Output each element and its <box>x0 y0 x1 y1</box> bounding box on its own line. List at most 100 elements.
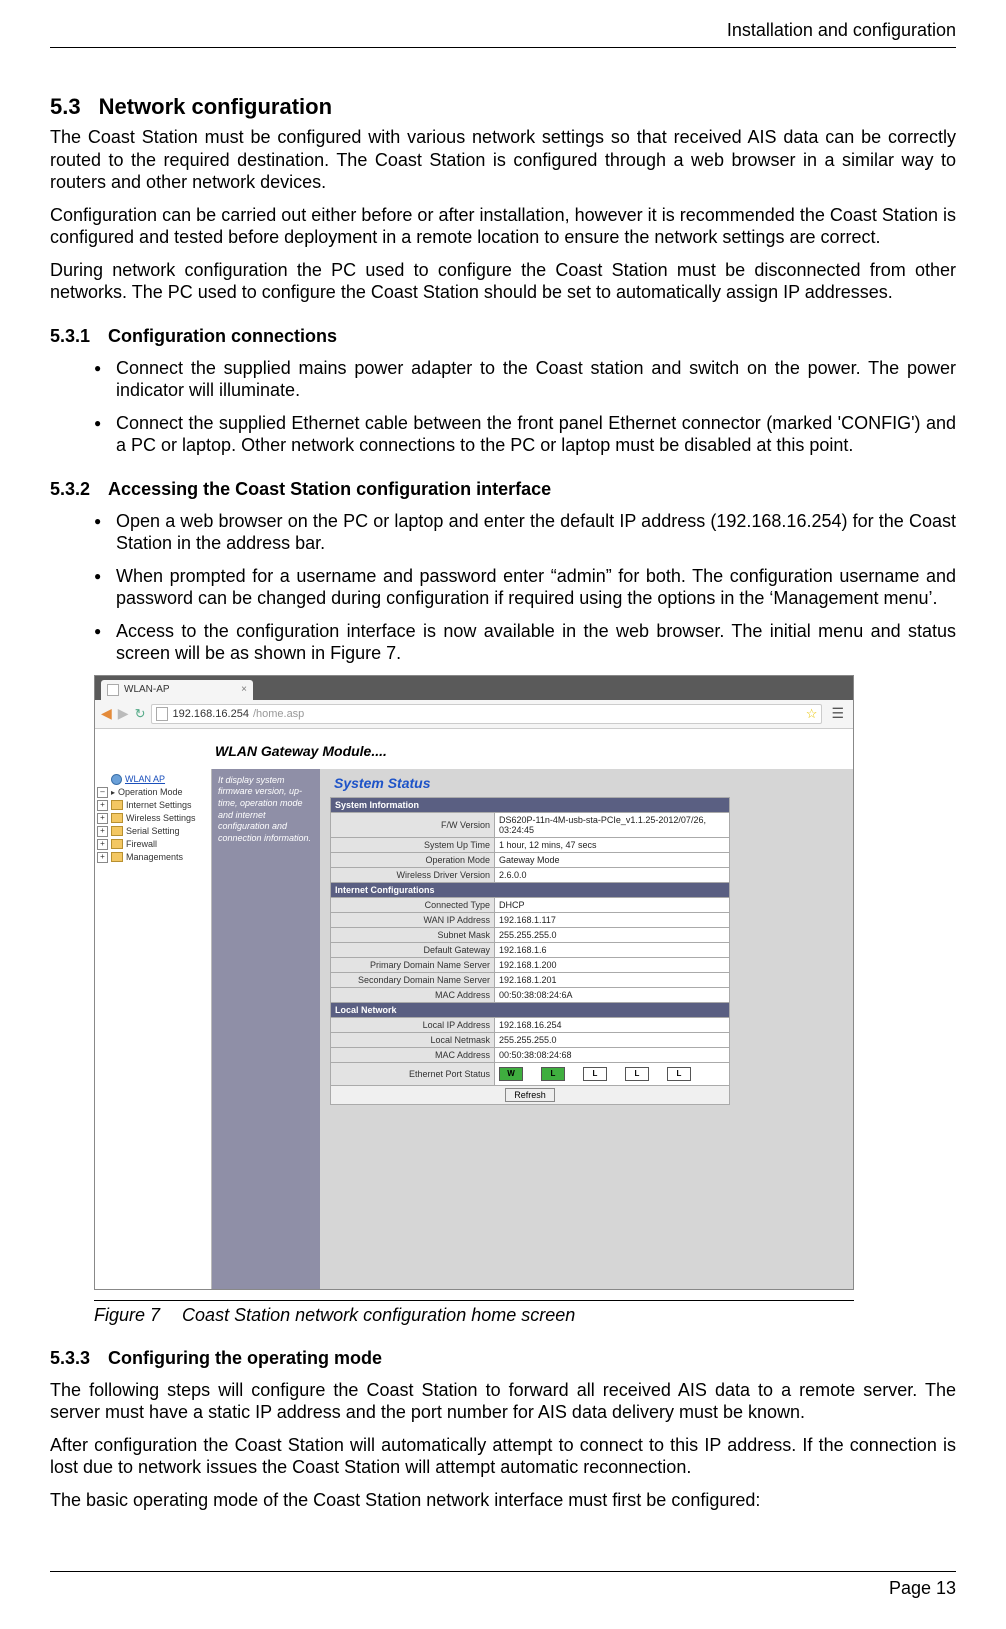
close-icon[interactable]: × <box>241 684 247 695</box>
table-row: Local IP Address192.168.16.254 <box>331 1017 730 1032</box>
table-row: Connected TypeDHCP <box>331 897 730 912</box>
refresh-button[interactable]: Refresh <box>505 1088 555 1102</box>
tree-item-label: Wireless Settings <box>126 813 196 823</box>
row-label: Ethernet Port Status <box>331 1062 495 1085</box>
page-footer: Page 13 <box>50 1571 956 1599</box>
tree-item-operation-mode[interactable]: –▸Operation Mode <box>97 786 209 799</box>
tree-item-serial-setting[interactable]: + Serial Setting <box>97 825 209 838</box>
table-row: Wireless Driver Version2.6.0.0 <box>331 867 730 882</box>
table-row: System Up Time1 hour, 12 mins, 47 secs <box>331 837 730 852</box>
row-value: Gateway Mode <box>495 852 730 867</box>
tree-item-label: Firewall <box>126 839 157 849</box>
row-value: 192.168.1.200 <box>495 957 730 972</box>
paragraph: The Coast Station must be configured wit… <box>50 126 956 194</box>
figure-caption-text: Coast Station network configuration home… <box>182 1305 575 1325</box>
tree-item-wireless-settings[interactable]: + Wireless Settings <box>97 812 209 825</box>
table-row: Operation ModeGateway Mode <box>331 852 730 867</box>
url-path: /home.asp <box>253 708 304 720</box>
row-label: Subnet Mask <box>331 927 495 942</box>
row-label: MAC Address <box>331 987 495 1002</box>
subsection-title: Configuration connections <box>108 326 337 346</box>
tree-root[interactable]: +WLAN AP <box>97 773 209 786</box>
table-row: Subnet Mask255.255.255.0 <box>331 927 730 942</box>
tree-root-label[interactable]: WLAN AP <box>125 774 165 784</box>
subsection-heading: 5.3.1Configuration connections <box>50 326 956 347</box>
bookmark-star-icon[interactable]: ☆ <box>806 706 818 722</box>
row-value: 2.6.0.0 <box>495 867 730 882</box>
expand-icon[interactable]: + <box>97 839 108 850</box>
row-value: 192.168.1.201 <box>495 972 730 987</box>
table-row: MAC Address00:50:38:08:24:68 <box>331 1047 730 1062</box>
hint-panel: It display system firmware version, up-t… <box>212 769 320 1289</box>
row-label: Local Netmask <box>331 1032 495 1047</box>
port-status-cell: W L L L L <box>495 1062 730 1085</box>
expand-icon[interactable]: + <box>97 813 108 824</box>
expand-icon[interactable]: + <box>97 800 108 811</box>
paragraph: During network configuration the PC used… <box>50 259 956 304</box>
list-item: Access to the configuration interface is… <box>94 620 956 665</box>
nav-tree: +WLAN AP –▸Operation Mode +Internet Sett… <box>95 769 212 1289</box>
ethernet-port-icon: L <box>667 1067 691 1081</box>
content-panel: System Status System Information F/W Ver… <box>320 769 853 1289</box>
folder-icon <box>111 826 123 836</box>
figure-caption: Figure 7 Coast Station network configurat… <box>94 1300 854 1326</box>
tree-item-internet-settings[interactable]: + Internet Settings <box>97 799 209 812</box>
page-icon <box>156 707 168 721</box>
table-row: Ethernet Port Status W L L L L <box>331 1062 730 1085</box>
back-button[interactable]: ◀ <box>101 705 112 722</box>
row-value: DS620P-11n-4M-usb-sta-PCIe_v1.1.25-2012/… <box>495 812 730 837</box>
expand-icon[interactable]: + <box>97 852 108 863</box>
row-label: Secondary Domain Name Server <box>331 972 495 987</box>
list-item: Open a web browser on the PC or laptop a… <box>94 510 956 555</box>
url-host: 192.168.16.254 <box>172 708 248 720</box>
refresh-row: Refresh <box>331 1085 730 1104</box>
running-header: Installation and configuration <box>50 20 956 48</box>
ethernet-port-icon: L <box>583 1067 607 1081</box>
menu-button[interactable]: ☰ <box>828 705 847 722</box>
expand-icon[interactable]: – <box>97 787 108 798</box>
table-row: Primary Domain Name Server192.168.1.200 <box>331 957 730 972</box>
reload-button[interactable]: ↻ <box>135 706 146 722</box>
content-title: System Status <box>334 775 843 791</box>
table-row: Default Gateway192.168.1.6 <box>331 942 730 957</box>
row-label: Default Gateway <box>331 942 495 957</box>
row-label: Wireless Driver Version <box>331 867 495 882</box>
list-item: Connect the supplied Ethernet cable betw… <box>94 412 956 457</box>
subsection-number: 5.3.3 <box>50 1348 90 1369</box>
folder-icon <box>111 852 123 862</box>
port-status-row: W L L L L <box>499 1065 725 1083</box>
row-label: MAC Address <box>331 1047 495 1062</box>
folder-icon <box>111 813 123 823</box>
status-table: System Information F/W VersionDS620P-11n… <box>330 797 730 1105</box>
figure: WLAN-AP × ◀ ▶ ↻ 192.168.16.254/home.asp … <box>94 675 854 1326</box>
browser-toolbar: ◀ ▶ ↻ 192.168.16.254/home.asp ☆ ☰ <box>95 700 853 729</box>
product-banner: WLAN Gateway Module.... <box>95 729 853 769</box>
expand-icon[interactable]: + <box>97 826 108 837</box>
tree-item-managements[interactable]: +Managements <box>97 851 209 864</box>
tree-item-label: Internet Settings <box>126 800 192 810</box>
globe-icon <box>111 774 122 785</box>
address-bar[interactable]: 192.168.16.254/home.asp ☆ <box>151 704 822 724</box>
tree-item-label: Serial Setting <box>126 826 180 836</box>
row-label: Local IP Address <box>331 1017 495 1032</box>
folder-icon <box>111 839 123 849</box>
row-label: WAN IP Address <box>331 912 495 927</box>
figure-number: Figure 7 <box>94 1305 160 1326</box>
row-value: 255.255.255.0 <box>495 1032 730 1047</box>
row-label: Operation Mode <box>331 852 495 867</box>
row-value: 00:50:38:08:24:68 <box>495 1047 730 1062</box>
bullet-list: Connect the supplied mains power adapter… <box>50 357 956 457</box>
tree-item-firewall[interactable]: + Firewall <box>97 838 209 851</box>
row-value: 192.168.16.254 <box>495 1017 730 1032</box>
row-value: 192.168.1.117 <box>495 912 730 927</box>
forward-button[interactable]: ▶ <box>118 705 129 722</box>
row-label: F/W Version <box>331 812 495 837</box>
table-row: Secondary Domain Name Server192.168.1.20… <box>331 972 730 987</box>
table-row: MAC Address00:50:38:08:24:6A <box>331 987 730 1002</box>
section-header-sysinfo: System Information <box>331 797 730 812</box>
subsection-title: Configuring the operating mode <box>108 1348 382 1368</box>
paragraph: The basic operating mode of the Coast St… <box>50 1489 956 1512</box>
ethernet-port-icon: L <box>541 1067 565 1081</box>
section-title: Network configuration <box>99 94 332 119</box>
browser-tab[interactable]: WLAN-AP × <box>101 680 253 700</box>
